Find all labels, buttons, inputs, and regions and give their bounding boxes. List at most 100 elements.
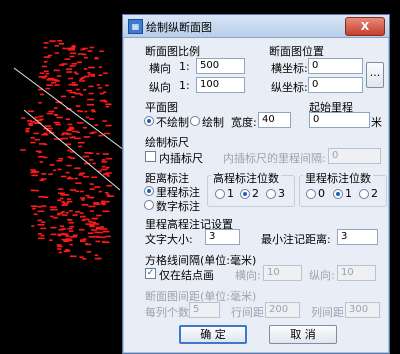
cad-point <box>54 107 58 109</box>
cad-point <box>30 137 35 139</box>
number-annotation-label: 数字标注 <box>156 200 200 213</box>
cad-point <box>37 219 42 222</box>
cad-point <box>50 215 54 218</box>
elevation-digits-radio-3[interactable] <box>266 189 276 199</box>
cad-point <box>102 241 110 244</box>
cad-point <box>65 235 70 237</box>
elevation-digits-label-3: 3 <box>278 187 285 200</box>
grid-vertical-input[interactable]: 10 <box>337 265 376 281</box>
cad-point <box>65 194 70 196</box>
row-spacing-input[interactable]: 200 <box>265 302 300 318</box>
ok-button[interactable]: 确 定 <box>179 325 247 344</box>
cad-point <box>102 153 109 155</box>
internal-ruler-checkbox[interactable] <box>145 151 156 162</box>
cad-point <box>94 231 98 234</box>
cad-point <box>35 189 39 192</box>
start-mileage-input[interactable]: 0 <box>309 112 370 128</box>
cad-point <box>103 132 111 135</box>
cad-point <box>65 118 70 120</box>
cad-point <box>85 243 92 246</box>
cad-point <box>101 159 106 161</box>
elevation-digits-radio-1[interactable] <box>215 189 225 199</box>
per-column-input[interactable]: 5 <box>189 302 220 318</box>
cancel-button[interactable]: 取 消 <box>269 325 337 344</box>
cad-point <box>78 174 84 176</box>
cad-point <box>89 46 95 49</box>
cad-point <box>59 138 63 140</box>
mileage-digits-radio-2[interactable] <box>359 189 369 199</box>
cad-point <box>105 124 112 127</box>
cad-point <box>66 129 72 131</box>
scale-vertical-label: 纵向 <box>149 81 171 94</box>
only-nodes-checkbox[interactable]: ✓ <box>145 268 156 279</box>
plan-title: 平面图 <box>145 101 178 114</box>
cad-point <box>71 84 77 86</box>
cad-point <box>101 165 106 168</box>
cad-point <box>68 176 72 179</box>
cad-point <box>64 58 71 60</box>
cad-point <box>76 88 80 91</box>
cad-point <box>56 160 63 162</box>
plan-draw-radio[interactable] <box>190 116 200 126</box>
cad-point <box>105 157 113 160</box>
cad-point <box>53 121 60 124</box>
cad-point <box>72 136 76 138</box>
cad-point <box>87 220 92 223</box>
cad-point <box>61 201 65 203</box>
cad-point <box>103 173 110 176</box>
cad-point <box>67 123 73 126</box>
mileage-digits-radio-1[interactable] <box>333 189 343 199</box>
number-annotation-radio[interactable] <box>144 200 154 210</box>
cad-point <box>87 98 95 101</box>
cad-point <box>46 84 53 86</box>
cad-point <box>61 211 65 213</box>
cad-point <box>80 197 86 199</box>
cad-point <box>105 105 109 108</box>
cad-point <box>91 109 95 111</box>
grid-horizontal-input[interactable]: 10 <box>263 265 302 281</box>
scale-horizontal-prefix: 1: <box>179 60 190 73</box>
position-y-input[interactable]: 0 <box>308 77 363 93</box>
close-button[interactable]: X <box>345 17 385 36</box>
cad-point <box>87 196 95 199</box>
cad-point <box>48 127 53 130</box>
position-x-input[interactable]: 0 <box>308 58 363 74</box>
cad-point <box>31 174 38 177</box>
cad-point <box>50 226 57 229</box>
cad-point <box>77 122 84 124</box>
cad-point <box>103 91 107 93</box>
cad-point <box>41 76 47 79</box>
cad-point <box>39 72 44 74</box>
scale-horizontal-input[interactable]: 500 <box>196 58 245 74</box>
col-spacing-input[interactable]: 300 <box>345 302 380 318</box>
plan-width-input[interactable]: 40 <box>258 112 291 128</box>
cad-point <box>44 70 49 73</box>
grid-vertical-label: 纵向: <box>309 269 335 282</box>
elevation-digits-radio-2[interactable] <box>240 189 250 199</box>
ruler-interval-input[interactable]: 0 <box>328 148 381 164</box>
plan-no-draw-radio[interactable] <box>144 116 154 126</box>
cad-point <box>98 190 102 193</box>
cad-point <box>94 254 99 256</box>
min-note-distance-input[interactable]: 3 <box>337 229 378 245</box>
cad-point <box>43 46 48 49</box>
cad-point <box>43 61 48 63</box>
scale-vertical-input[interactable]: 100 <box>196 77 245 93</box>
cad-point <box>58 251 63 254</box>
cad-point <box>83 68 88 70</box>
cad-point <box>79 228 85 231</box>
cad-point <box>38 102 42 104</box>
pick-position-button[interactable]: ... <box>366 62 384 88</box>
text-size-input[interactable]: 3 <box>205 229 240 245</box>
mileage-annotation-radio[interactable] <box>144 186 154 196</box>
row-spacing-label: 行间距 <box>231 306 264 319</box>
cad-point <box>32 170 37 172</box>
dialog-titlebar[interactable]: ▦ 绘制纵断面图 X <box>123 15 389 38</box>
cad-point <box>48 173 53 175</box>
cad-point <box>38 115 44 118</box>
per-column-label: 每列个数 <box>145 306 189 319</box>
mileage-digits-radio-0[interactable] <box>306 189 316 199</box>
mileage-digits-label-2: 2 <box>371 187 378 200</box>
scale-horizontal-label: 横向 <box>149 62 171 75</box>
cad-point <box>56 245 63 248</box>
